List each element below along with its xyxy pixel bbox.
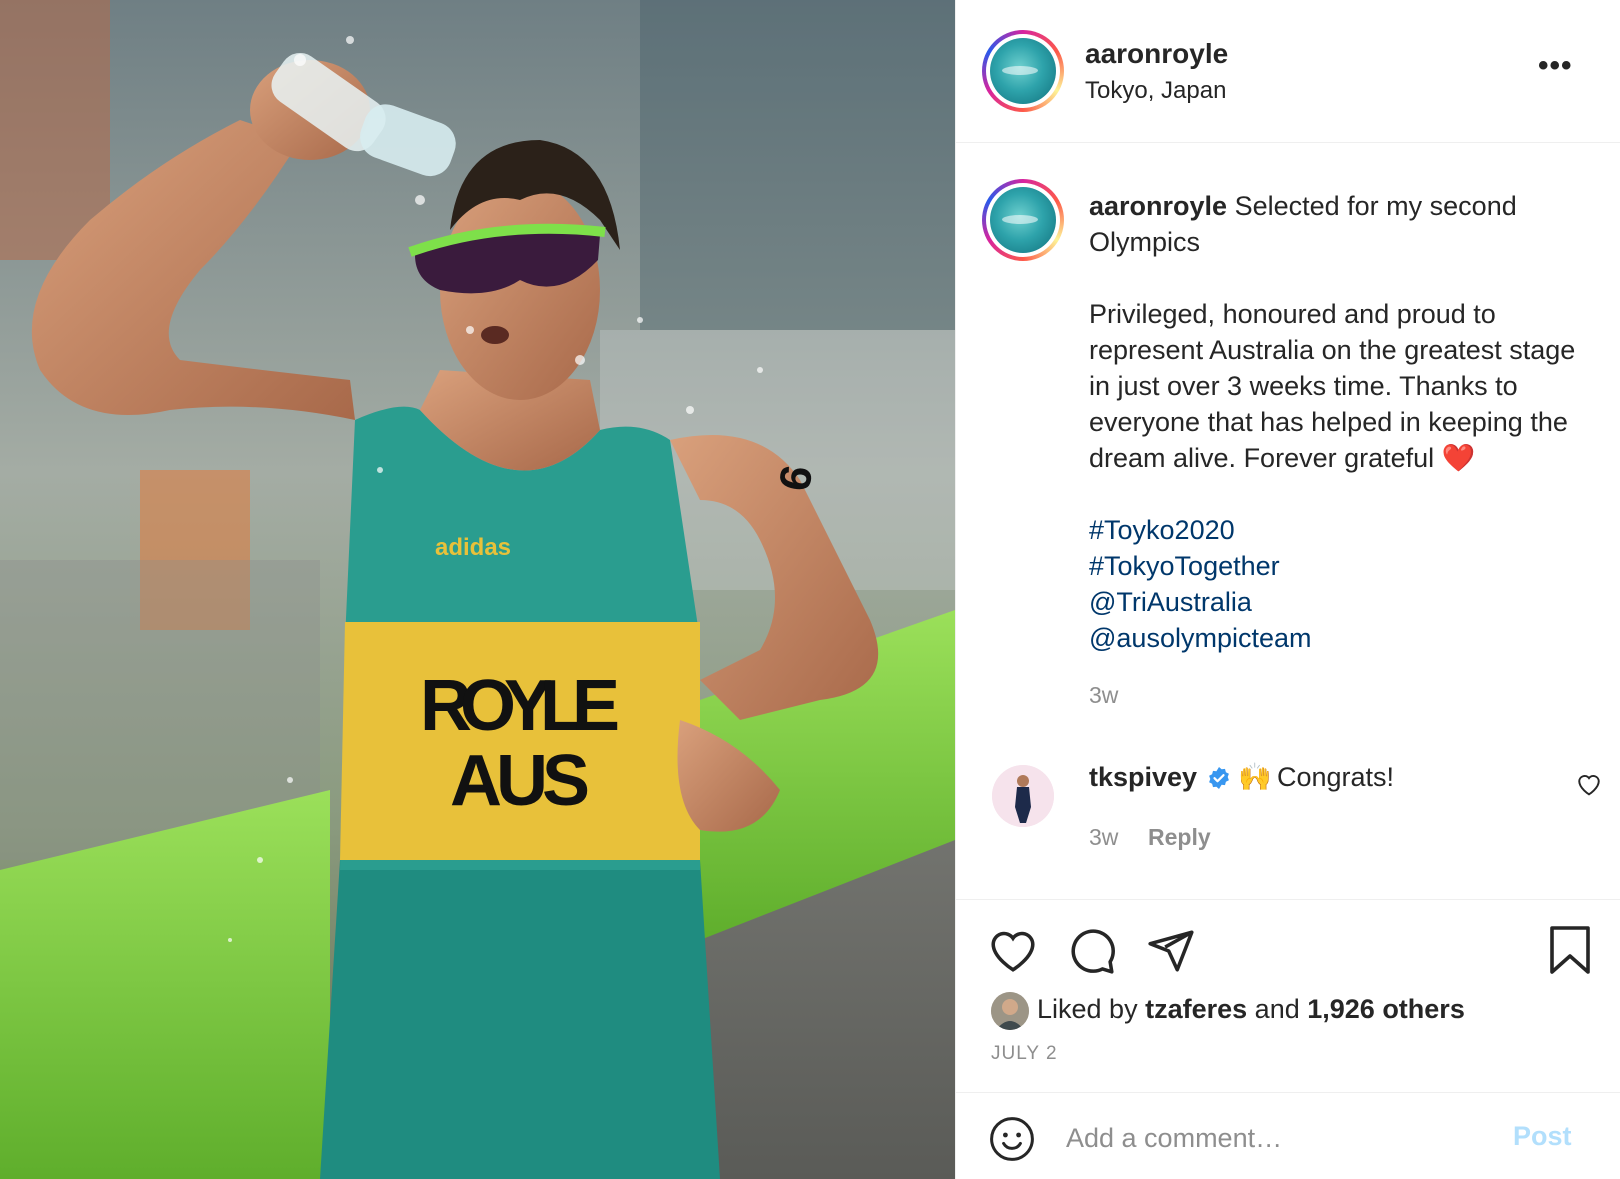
athlete-photo-illustration: adidas ROYLE AUS 9 <box>0 0 955 1179</box>
liker-avatar[interactable] <box>991 992 1029 1030</box>
post-comment-button[interactable]: Post <box>1513 1121 1572 1152</box>
comment-like-heart-icon[interactable] <box>1576 772 1602 796</box>
post-actions: Liked by tzaferes and 1,926 others JULY … <box>956 899 1620 1092</box>
caption-username[interactable]: aaronroyle <box>1089 191 1227 221</box>
comments-section: aaronroyle Selected for my second Olympi… <box>956 144 1620 898</box>
liked-by-user[interactable]: tzaferes <box>1145 994 1247 1024</box>
jersey-name: ROYLE <box>420 666 620 746</box>
post-details-panel: aaronroyle Tokyo, Japan ••• aaronroyle S… <box>955 0 1620 1179</box>
post-caption: aaronroyle Selected for my second Olympi… <box>1089 188 1599 656</box>
caption-author-avatar[interactable] <box>982 179 1064 261</box>
add-comment-input[interactable] <box>1066 1113 1496 1163</box>
more-options-icon[interactable]: ••• <box>1538 51 1573 81</box>
jersey-brand: adidas <box>435 534 511 561</box>
likes-summary: Liked by tzaferes and 1,926 others <box>1037 994 1465 1025</box>
liked-by-and: and <box>1254 994 1300 1024</box>
raised-hands-emoji: 🙌 <box>1238 762 1272 792</box>
verified-badge-icon <box>1209 767 1229 789</box>
comment-bubble-icon[interactable] <box>1067 926 1117 976</box>
commenter-avatar[interactable] <box>992 765 1054 827</box>
author-username[interactable]: aaronroyle <box>1085 38 1228 70</box>
emoji-smiley-icon[interactable] <box>988 1115 1036 1163</box>
comment-timestamp[interactable]: 3w <box>1089 824 1118 851</box>
likes-count[interactable]: 1,926 others <box>1307 994 1465 1024</box>
add-comment-bar: Post <box>956 1092 1620 1179</box>
author-avatar[interactable] <box>982 30 1064 112</box>
hashtag-toyko2020[interactable]: #Toyko2020 <box>1089 512 1599 548</box>
hashtag-tokyotogether[interactable]: #TokyoTogether <box>1089 548 1599 584</box>
red-heart-emoji: ❤️ <box>1441 443 1476 473</box>
post-photo[interactable]: adidas ROYLE AUS 9 <box>0 0 955 1179</box>
comment-username[interactable]: tkspivey <box>1089 762 1197 793</box>
save-bookmark-icon[interactable] <box>1547 924 1593 976</box>
like-heart-icon[interactable] <box>988 926 1038 976</box>
post-location[interactable]: Tokyo, Japan <box>1085 77 1226 105</box>
mention-ausolympicteam[interactable]: @ausolympicteam <box>1089 620 1599 656</box>
liked-by-prefix: Liked by <box>1037 994 1138 1024</box>
caption-body: Privileged, honoured and proud to repres… <box>1089 299 1576 473</box>
reply-button[interactable]: Reply <box>1148 824 1211 851</box>
mention-triaustralia[interactable]: @TriAustralia <box>1089 584 1599 620</box>
post-header: aaronroyle Tokyo, Japan ••• <box>956 0 1620 143</box>
post-date[interactable]: JULY 2 <box>991 1043 1058 1065</box>
comment-text: Congrats! <box>1277 762 1395 792</box>
share-paper-plane-icon[interactable] <box>1146 926 1196 976</box>
caption-timestamp[interactable]: 3w <box>1089 682 1118 709</box>
jersey-country: AUS <box>450 741 590 821</box>
